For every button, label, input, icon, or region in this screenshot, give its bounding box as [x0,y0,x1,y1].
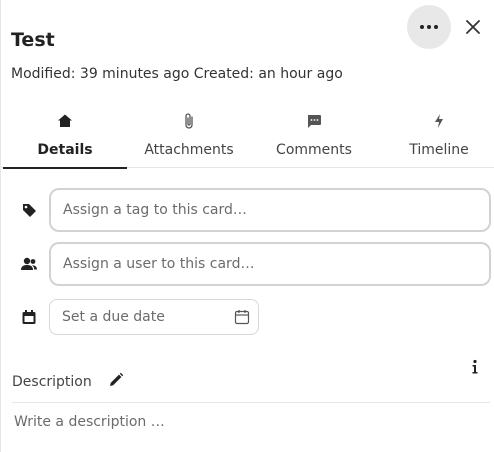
card-details-panel: Test Modified: 39 minutes ago Created: a… [0,0,494,452]
tab-label: Attachments [144,142,234,158]
tab-attachments[interactable]: Attachments [127,104,251,168]
description-divider [12,402,490,403]
close-icon [466,20,480,34]
tab-details[interactable]: Details [3,104,127,169]
due-date-input[interactable]: Set a due date [49,299,259,335]
calendar-icon [20,308,38,326]
users-icon [20,255,38,273]
paperclip-icon [180,112,198,130]
tab-timeline[interactable]: Timeline [377,104,494,168]
user-input-placeholder: Assign a user to this card… [63,256,255,272]
tag-icon [20,201,38,219]
tab-label: Details [37,142,93,158]
card-title[interactable]: Test [11,29,55,51]
ellipsis-icon [420,25,438,29]
description-editor[interactable]: Write a description … [14,414,165,430]
home-icon [56,112,74,130]
tag-input-placeholder: Assign a tag to this card… [63,202,247,218]
lightning-icon [430,112,448,130]
close-button[interactable] [459,12,487,42]
pencil-icon[interactable] [108,372,124,388]
info-icon[interactable] [467,358,483,376]
due-date-placeholder: Set a due date [62,309,165,325]
tag-input[interactable]: Assign a tag to this card… [49,188,491,232]
user-input[interactable]: Assign a user to this card… [49,242,491,286]
more-actions-button[interactable] [407,5,451,49]
tab-label: Timeline [409,142,469,158]
comment-icon [305,112,323,130]
tab-comments[interactable]: Comments [252,104,376,168]
tab-bar: Details Attachments Comments Timeline [1,104,494,169]
card-meta: Modified: 39 minutes ago Created: an hou… [11,66,343,82]
description-label: Description [12,374,92,390]
date-picker-icon[interactable] [234,309,250,325]
tab-label: Comments [276,142,352,158]
